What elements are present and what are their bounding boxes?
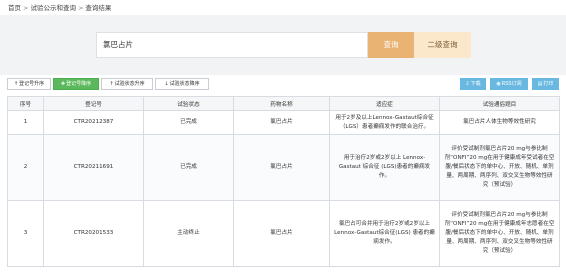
rss-button[interactable]: ◉RSS订阅 — [490, 78, 528, 90]
table-row[interactable]: 3 CTR20201533 主动终止 氯巴占片 氯巴占可合并用于治疗2岁或2岁以… — [7, 200, 560, 267]
search-input[interactable]: 氯巴占片 — [96, 32, 368, 58]
sort-status-desc-button[interactable]: ↓试验状态降序 — [155, 78, 209, 90]
breadcrumb-home[interactable]: 首页 — [8, 4, 21, 12]
toolbar: ↑登记号升序 ✚登记号降序 ↑试验状态升序 ↓试验状态降序 ⇩下载 ◉RSS订阅… — [0, 78, 566, 92]
cell-indication: 氯巴占可合并用于治疗2岁或2岁以上Lennox-Gastaut综合征(LGS) … — [329, 200, 440, 267]
rss-icon: ◉ — [496, 81, 501, 87]
col-header-drug: 药物名称 — [233, 96, 330, 111]
download-icon: ⇩ — [465, 81, 470, 87]
table-row[interactable]: 2 CTR20211691 已完成 氯巴占片 用于治疗2岁或2岁以上 Lenno… — [7, 134, 560, 201]
arrow-up-icon: ↑ — [109, 81, 114, 87]
sort-label: 试验状态降序 — [169, 81, 200, 87]
cell-title[interactable]: 氯巴占片人体生物等效性研究 — [439, 110, 560, 135]
advanced-search-button[interactable]: 二级查询 — [414, 32, 471, 58]
download-label: 下载 — [470, 81, 481, 87]
cell-indication: 用于治疗2岁或2岁以上 Lennox-Gastaut 综合征 (LGS)患者的癫… — [329, 134, 440, 201]
download-button[interactable]: ⇩下载 — [460, 78, 486, 90]
cell-indication: 用于2岁及以上Lennox-Gastaut综合征（LGS）患者癫痫发作的联合治疗… — [329, 110, 440, 135]
breadcrumb-current: 查询结果 — [85, 4, 112, 12]
search-button[interactable]: 查询 — [368, 32, 414, 58]
cell-status: 主动终止 — [143, 200, 234, 267]
sort-label: 登记号降序 — [66, 81, 92, 87]
cell-reg[interactable]: CTR20211691 — [43, 134, 144, 201]
cell-no: 3 — [7, 200, 44, 267]
col-header-title: 试验通俗题目 — [439, 96, 560, 111]
cell-drug: 氯巴占片 — [233, 200, 330, 267]
cell-title[interactable]: 评价受试制剂氯巴占片20 mg与参比制剂“ONFI”20 mg在用于健康成年志愿… — [439, 200, 560, 267]
col-header-indication: 适应症 — [329, 96, 440, 111]
col-header-status: 试验状态 — [143, 96, 234, 111]
breadcrumb: 首页 > 试验公示和查询 > 查询结果 — [8, 2, 111, 14]
table-header-row: 序号 登记号 试验状态 药物名称 适应症 试验通俗题目 — [7, 96, 560, 111]
col-header-reg: 登记号 — [43, 96, 144, 111]
cell-drug: 氯巴占片 — [233, 134, 330, 201]
cell-status: 已完成 — [143, 134, 234, 201]
table-row[interactable]: 1 CTR20212387 已完成 氯巴占片 用于2岁及以上Lennox-Gas… — [7, 110, 560, 135]
cell-no: 2 — [7, 134, 44, 201]
print-icon: ▤ — [537, 81, 543, 87]
sort-label: 试验状态升序 — [114, 81, 145, 87]
breadcrumb-separator: > — [77, 4, 84, 12]
sort-label: 登记号升序 — [19, 81, 45, 87]
cell-reg[interactable]: CTR20212387 — [43, 110, 144, 135]
col-header-no: 序号 — [7, 96, 44, 111]
results-table: 序号 登记号 试验状态 药物名称 适应症 试验通俗题目 1 CTR2021238… — [7, 96, 560, 267]
cell-title[interactable]: 评价受试制剂氯巴占片20 mg与参比制剂“ONFI”20 mg在用于健康成年受试… — [439, 134, 560, 201]
cell-no: 1 — [7, 110, 44, 135]
breadcrumb-separator: > — [23, 4, 29, 12]
print-button[interactable]: ▤打印 — [532, 78, 559, 90]
arrow-up-icon: ↑ — [13, 81, 19, 87]
plus-icon: ✚ — [60, 81, 66, 87]
search-panel: 氯巴占片 查询 二级查询 — [0, 15, 566, 75]
rss-label: RSS订阅 — [501, 81, 522, 87]
sort-reg-desc-button[interactable]: ✚登记号降序 — [53, 78, 99, 90]
arrow-down-icon: ↓ — [164, 81, 169, 87]
print-label: 打印 — [543, 81, 554, 87]
sort-status-asc-button[interactable]: ↑试验状态升序 — [101, 78, 153, 90]
cell-status: 已完成 — [143, 110, 234, 135]
cell-reg[interactable]: CTR20201533 — [43, 200, 144, 267]
breadcrumb-section[interactable]: 试验公示和查询 — [30, 4, 76, 12]
cell-drug: 氯巴占片 — [233, 110, 330, 135]
sort-reg-asc-button[interactable]: ↑登记号升序 — [7, 78, 51, 90]
